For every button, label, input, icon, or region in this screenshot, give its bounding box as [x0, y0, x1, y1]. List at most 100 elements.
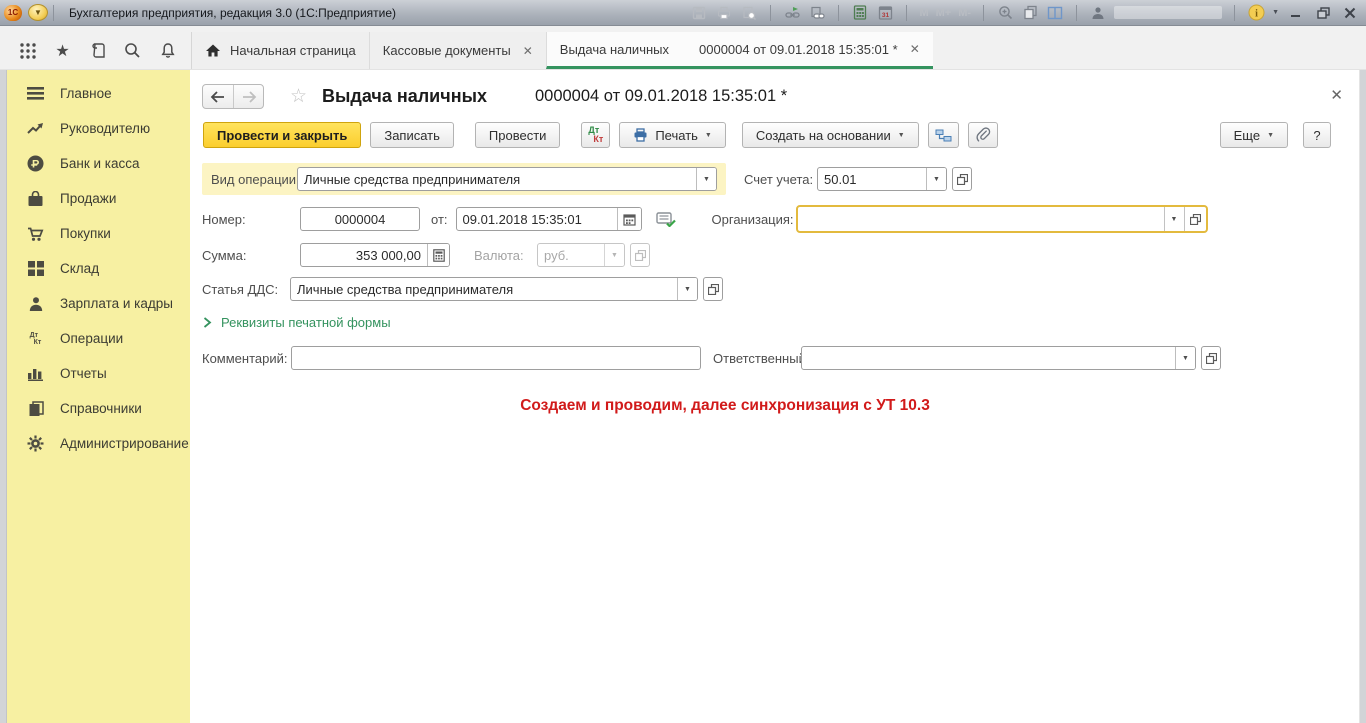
history-icon[interactable] [80, 36, 115, 66]
print-preview-icon[interactable] [740, 4, 758, 22]
notifications-bell-icon[interactable] [150, 36, 185, 66]
search-icon[interactable] [115, 36, 150, 66]
amount-input[interactable] [300, 243, 450, 267]
comment-label: Комментарий: [202, 351, 291, 366]
favorite-star-icon[interactable]: ☆ [290, 85, 307, 108]
operation-type-select[interactable]: ▼ [297, 167, 717, 191]
cash-flow-item-value[interactable] [291, 278, 677, 300]
calendar-picker-icon[interactable] [617, 208, 641, 230]
cash-flow-open-button[interactable] [703, 277, 723, 301]
dropdown-caret-icon: ▼ [705, 132, 712, 139]
sidebar-item-bank-cash[interactable]: Р Банк и касса [7, 146, 190, 181]
all-functions-grid-icon[interactable] [10, 36, 45, 66]
account-open-button[interactable] [952, 167, 972, 191]
form-doc-number: 0000004 от 09.01.2018 15:35:01 * [535, 87, 787, 106]
account-value[interactable] [818, 168, 926, 190]
sidebar-item-label: Продажи [60, 191, 116, 206]
info-dropdown-icon[interactable]: ▼ [1272, 9, 1279, 16]
sidebar-item-purchases[interactable]: Покупки [7, 216, 190, 251]
close-tab-icon[interactable]: ✕ [523, 45, 533, 57]
dropdown-arrow-icon[interactable]: ▼ [677, 278, 697, 300]
account-select[interactable]: ▼ [817, 167, 947, 191]
sidebar-item-sales[interactable]: Продажи [7, 181, 190, 216]
restore-button[interactable] [1313, 4, 1333, 22]
form-toolbar: Провести и закрыть Записать Провести ДтК… [202, 122, 1345, 148]
close-tab-icon[interactable]: ✕ [910, 43, 920, 55]
dropdown-arrow-icon[interactable]: ▼ [1175, 347, 1195, 369]
zoom-in-icon[interactable] [996, 4, 1014, 22]
comment-input[interactable] [291, 346, 701, 370]
go-to-link-icon[interactable] [808, 4, 826, 22]
close-form-icon[interactable]: ✕ [1330, 86, 1343, 104]
help-button[interactable]: ? [1303, 122, 1331, 148]
current-user-area [1114, 6, 1222, 19]
sidebar-item-directories[interactable]: Справочники [7, 391, 190, 426]
tab-bar: ★ Начальная страница Кассовые документы … [0, 26, 1366, 70]
minimize-button[interactable] [1286, 4, 1306, 22]
organization-value[interactable] [802, 207, 1163, 231]
dropdown-arrow-icon[interactable]: ▼ [1164, 207, 1184, 231]
number-value[interactable] [301, 208, 419, 230]
date-value[interactable] [457, 208, 617, 230]
sidebar-item-manager[interactable]: Руководителю [7, 111, 190, 146]
back-button[interactable] [203, 85, 233, 108]
sidebar-item-warehouse[interactable]: Склад [7, 251, 190, 286]
related-documents-button[interactable] [928, 122, 959, 148]
post-button[interactable]: Провести [475, 122, 561, 148]
create-based-on-button[interactable]: Создать на основании ▼ [742, 122, 919, 148]
close-window-button[interactable] [1340, 4, 1360, 22]
user-icon [1089, 4, 1107, 22]
organization-select-focused[interactable]: ▼ [796, 205, 1208, 233]
date-input[interactable] [456, 207, 642, 231]
tab-home[interactable]: Начальная страница [191, 32, 369, 69]
sidebar-item-main[interactable]: Главное [7, 76, 190, 111]
memory-recall-button[interactable]: M [919, 7, 928, 19]
cash-flow-item-select[interactable]: ▼ [290, 277, 698, 301]
memory-minus-button[interactable]: M- [958, 7, 971, 19]
tab-cash-issue-active[interactable]: Выдача наличных 0000004 от 09.01.2018 15… [546, 32, 933, 69]
get-link-icon[interactable] [783, 4, 801, 22]
print-icon[interactable] [715, 4, 733, 22]
responsible-select[interactable]: ▼ [801, 346, 1196, 370]
memory-plus-button[interactable]: M+ [936, 7, 952, 19]
copy-windows-icon[interactable] [1021, 4, 1039, 22]
divider [906, 5, 907, 21]
sidebar-item-salary-hr[interactable]: Зарплата и кадры [7, 286, 190, 321]
responsible-open-button[interactable] [1201, 346, 1221, 370]
dropdown-arrow-icon: ▼ [604, 244, 624, 266]
operation-type-value[interactable] [298, 168, 696, 190]
sidebar-item-reports[interactable]: Отчеты [7, 356, 190, 391]
attachments-button[interactable] [968, 122, 998, 148]
info-button[interactable]: i [1247, 4, 1265, 22]
responsible-value[interactable] [802, 347, 1175, 369]
organization-open-button[interactable] [1184, 207, 1206, 231]
main-menu-button[interactable]: ▼ [28, 4, 48, 21]
sidebar-item-administration[interactable]: Администрирование [7, 426, 190, 461]
comment-value[interactable] [292, 347, 700, 369]
show-postings-dtkt-button[interactable]: ДтКт [581, 122, 610, 148]
favorites-star-icon[interactable]: ★ [45, 36, 80, 66]
save-button[interactable]: Записать [370, 122, 454, 148]
instruction-note: Создаем и проводим, далее синхронизация … [202, 397, 1248, 415]
save-icon[interactable] [690, 4, 708, 22]
calculator-picker-icon[interactable] [427, 244, 449, 266]
set-time-icon[interactable] [656, 211, 676, 227]
post-and-close-button[interactable]: Провести и закрыть [203, 122, 361, 148]
print-form-details-toggle[interactable]: Реквизиты печатной формы [203, 315, 1248, 330]
number-input[interactable] [300, 207, 420, 231]
split-window-icon[interactable] [1046, 4, 1064, 22]
calendar-icon[interactable]: 31 [876, 4, 894, 22]
stacked-pages-icon [26, 400, 45, 417]
calculator-icon[interactable] [851, 4, 869, 22]
dropdown-arrow-icon[interactable]: ▼ [696, 168, 716, 190]
dropdown-arrow-icon[interactable]: ▼ [926, 168, 946, 190]
print-button[interactable]: Печать ▼ [619, 122, 726, 148]
tab-cash-documents[interactable]: Кассовые документы ✕ [369, 32, 546, 69]
sidebar-item-label: Отчеты [60, 366, 107, 381]
sidebar-item-operations[interactable]: ДтКт Операции [7, 321, 190, 356]
amount-value[interactable] [301, 244, 427, 266]
more-button[interactable]: Еще ▼ [1220, 122, 1288, 148]
window-frame-left [0, 70, 7, 723]
print-form-details-link[interactable]: Реквизиты печатной формы [221, 315, 391, 330]
forward-button[interactable] [233, 85, 263, 108]
